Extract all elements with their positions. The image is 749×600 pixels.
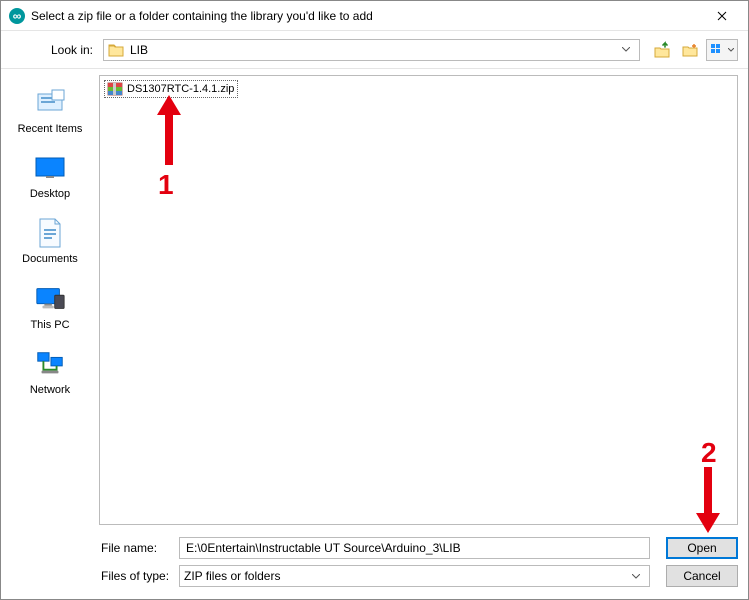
recent-items-icon: [34, 88, 66, 118]
desktop-icon: [34, 156, 66, 180]
chevron-down-icon: [627, 566, 645, 586]
this-pc-icon: [34, 285, 66, 313]
sidebar-item-documents[interactable]: Documents: [10, 211, 90, 270]
sidebar-item-label: Desktop: [30, 188, 70, 201]
zip-archive-icon: [107, 81, 123, 97]
network-icon: [34, 350, 66, 378]
cancel-button[interactable]: Cancel: [666, 565, 738, 587]
up-one-level-icon: [653, 41, 671, 59]
filename-input[interactable]: [179, 537, 650, 559]
new-folder-icon: [681, 41, 699, 59]
filename-label: File name:: [101, 541, 171, 555]
sidebar-item-network[interactable]: Network: [10, 342, 90, 401]
new-folder-button[interactable]: [678, 39, 702, 61]
chevron-down-icon: [617, 40, 635, 60]
open-button[interactable]: Open: [666, 537, 738, 559]
sidebar-item-label: This PC: [30, 319, 69, 332]
sidebar-item-this-pc[interactable]: This PC: [10, 277, 90, 336]
file-list[interactable]: DS1307RTC-1.4.1.zip: [99, 75, 738, 525]
lookin-bar: Look in: LIB: [1, 31, 748, 69]
places-sidebar: Recent Items Desktop: [1, 69, 99, 531]
arduino-icon: [9, 8, 25, 24]
window-title: Select a zip file or a folder containing…: [31, 9, 699, 23]
sidebar-item-label: Network: [30, 384, 70, 397]
file-item[interactable]: DS1307RTC-1.4.1.zip: [104, 80, 238, 98]
close-button[interactable]: [699, 1, 744, 31]
file-dialog-window: Select a zip file or a folder containing…: [0, 0, 749, 600]
sidebar-item-desktop[interactable]: Desktop: [10, 146, 90, 205]
up-one-level-button[interactable]: [650, 39, 674, 61]
filetype-value: ZIP files or folders: [184, 569, 280, 583]
documents-icon: [37, 217, 63, 249]
filetype-combo[interactable]: ZIP files or folders: [179, 565, 650, 587]
titlebar: Select a zip file or a folder containing…: [1, 1, 748, 31]
lookin-combo[interactable]: LIB: [103, 39, 640, 61]
view-menu-button[interactable]: [706, 39, 738, 61]
lookin-label: Look in:: [11, 43, 99, 57]
close-icon: [717, 11, 727, 21]
view-menu-icon: [710, 43, 726, 57]
sidebar-item-label: Documents: [22, 253, 78, 266]
lookin-value: LIB: [130, 43, 148, 57]
dialog-body: Recent Items Desktop: [1, 69, 748, 531]
folder-icon: [108, 43, 124, 57]
sidebar-item-recent[interactable]: Recent Items: [10, 81, 90, 140]
file-item-name: DS1307RTC-1.4.1.zip: [127, 83, 234, 95]
bottom-form: File name: Open Files of type: ZIP files…: [1, 531, 748, 599]
filetype-label: Files of type:: [101, 569, 171, 583]
sidebar-item-label: Recent Items: [18, 123, 83, 136]
